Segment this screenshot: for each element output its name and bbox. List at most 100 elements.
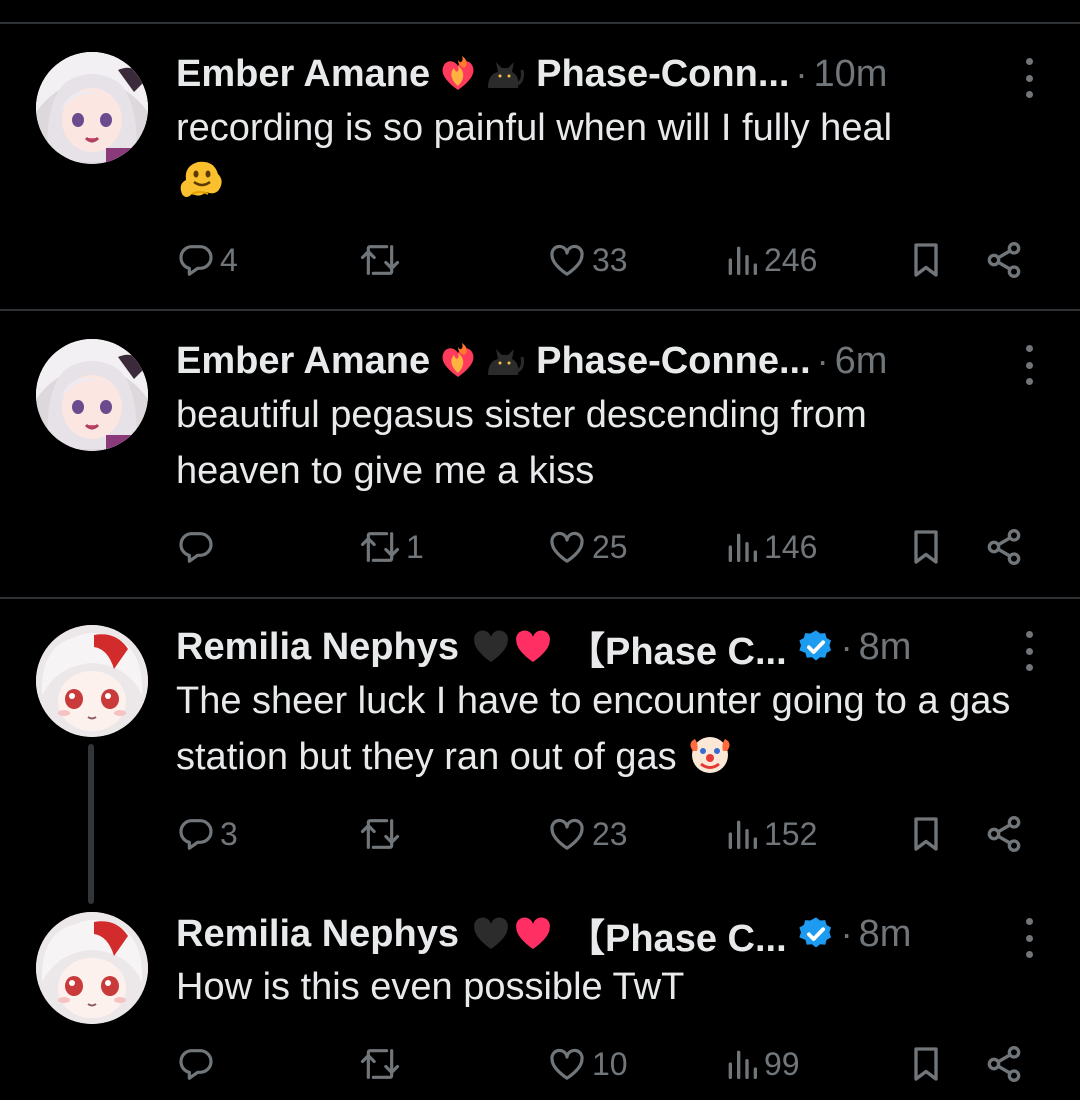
display-name[interactable]: Ember Amane <box>176 53 430 96</box>
separator-dot: · <box>840 626 853 667</box>
view-count: 152 <box>764 815 818 852</box>
share-icon <box>987 242 1021 279</box>
like-button[interactable]: 23 <box>546 812 628 856</box>
tweet-text: How is this even possible TwT <box>176 966 685 1008</box>
handle[interactable]: 【Phase C... <box>567 620 787 675</box>
views-icon <box>728 820 757 849</box>
retweet-icon <box>360 819 400 849</box>
tweet[interactable]: Remilia Nephys 【Phase C... · 8m How is t… <box>0 899 1080 1100</box>
avatar[interactable] <box>36 625 148 737</box>
action-bar: 3 23 152 <box>176 812 1036 856</box>
black-cat-icon <box>482 341 526 381</box>
retweet-button[interactable]: 1 <box>358 525 424 569</box>
like-count: 23 <box>592 815 628 852</box>
handle[interactable]: Phase-Conn... <box>536 53 789 96</box>
retweet-button[interactable] <box>358 238 406 282</box>
avatar[interactable] <box>36 912 148 1024</box>
reply-icon <box>179 245 213 276</box>
views-icon <box>728 1050 757 1079</box>
separator-dot: · <box>840 913 853 954</box>
view-count: 246 <box>764 241 818 278</box>
avatar[interactable] <box>36 339 148 451</box>
tweet-header: Remilia Nephys 【Phase C... · 8m <box>176 623 1040 673</box>
tweet-header: Remilia Nephys 【Phase C... · 8m <box>176 910 1040 960</box>
views-button[interactable]: 152 <box>724 812 817 856</box>
bookmark-button[interactable] <box>906 525 946 569</box>
share-icon <box>987 816 1021 853</box>
display-name[interactable]: Remilia Nephys <box>176 626 459 669</box>
black-heart-icon <box>467 627 515 667</box>
share-button[interactable] <box>984 525 1024 569</box>
red-heart-icon <box>509 627 557 667</box>
view-count: 146 <box>764 528 818 565</box>
bookmark-button[interactable] <box>906 238 946 282</box>
retweet-button[interactable] <box>358 812 406 856</box>
bookmark-icon <box>914 817 938 851</box>
more-options-icon[interactable] <box>1022 918 1036 958</box>
timestamp[interactable]: 6m <box>835 340 888 383</box>
tweet-text: beautiful pegasus sister descending from… <box>176 394 867 492</box>
reply-button[interactable] <box>176 525 220 569</box>
tweet[interactable]: Ember Amane Phase-Conne... · 6m beautifu… <box>0 311 1080 597</box>
retweet-icon <box>360 532 400 562</box>
heart-on-fire-icon <box>438 341 478 381</box>
views-button[interactable]: 146 <box>724 525 817 569</box>
reply-count: 3 <box>220 815 238 852</box>
action-bar: 1 25 146 <box>176 525 1036 569</box>
more-options-icon[interactable] <box>1022 58 1036 98</box>
share-icon <box>987 529 1021 566</box>
separator-dot: · <box>795 53 808 94</box>
views-button[interactable]: 99 <box>724 1042 800 1086</box>
like-button[interactable]: 10 <box>546 1042 628 1086</box>
melting-face-icon <box>176 156 224 216</box>
tweet-text: recording is so painful when will I full… <box>176 100 1046 216</box>
black-cat-icon <box>482 54 526 94</box>
verified-badge-icon <box>797 628 835 666</box>
tweet-text-body: The sheer luck I have to encounter going… <box>176 680 1011 778</box>
heart-icon <box>550 244 584 276</box>
more-options-icon[interactable] <box>1022 345 1036 385</box>
bookmark-icon <box>914 1047 938 1081</box>
reply-button[interactable]: 3 <box>176 812 238 856</box>
tweet-text-body: recording is so painful when will I full… <box>176 107 893 149</box>
views-icon <box>728 246 757 275</box>
display-name[interactable]: Remilia Nephys <box>176 913 459 956</box>
verified-badge-icon <box>797 915 835 953</box>
reply-icon <box>179 1049 213 1080</box>
views-button[interactable]: 246 <box>724 238 817 282</box>
share-button[interactable] <box>984 238 1024 282</box>
tweet-header: Ember Amane Phase-Conne... · 6m <box>176 337 1040 385</box>
views-icon <box>728 533 757 562</box>
reply-button[interactable] <box>176 1042 220 1086</box>
handle[interactable]: Phase-Conne... <box>536 340 811 383</box>
like-count: 33 <box>592 241 628 278</box>
retweet-count: 1 <box>406 528 424 565</box>
display-name[interactable]: Ember Amane <box>176 340 430 383</box>
tweet[interactable]: Ember Amane Phase-Conn... · 10m recordin… <box>0 0 1080 309</box>
more-options-icon[interactable] <box>1022 631 1036 671</box>
timestamp[interactable]: 8m <box>859 626 912 669</box>
bookmark-button[interactable] <box>906 1042 946 1086</box>
black-heart-icon <box>467 914 515 954</box>
avatar[interactable] <box>36 52 148 164</box>
heart-on-fire-icon <box>438 54 478 94</box>
bookmark-icon <box>914 530 938 564</box>
reply-button[interactable]: 4 <box>176 238 238 282</box>
like-count: 10 <box>592 1045 628 1082</box>
separator-dot: · <box>816 340 829 381</box>
timestamp[interactable]: 10m <box>814 53 888 96</box>
share-button[interactable] <box>984 812 1024 856</box>
retweet-button[interactable] <box>358 1042 406 1086</box>
tweet[interactable]: Remilia Nephys 【Phase C... · 8m The shee… <box>0 599 1080 899</box>
share-button[interactable] <box>984 1042 1024 1086</box>
like-button[interactable]: 33 <box>546 238 628 282</box>
clown-face-icon <box>687 731 733 793</box>
view-count: 99 <box>764 1045 800 1082</box>
tweet-text: The sheer luck I have to encounter going… <box>176 673 1046 793</box>
timestamp[interactable]: 8m <box>859 913 912 956</box>
like-button[interactable]: 25 <box>546 525 628 569</box>
retweet-icon <box>360 245 400 275</box>
handle[interactable]: 【Phase C... <box>567 907 787 962</box>
like-count: 25 <box>592 528 628 565</box>
bookmark-button[interactable] <box>906 812 946 856</box>
